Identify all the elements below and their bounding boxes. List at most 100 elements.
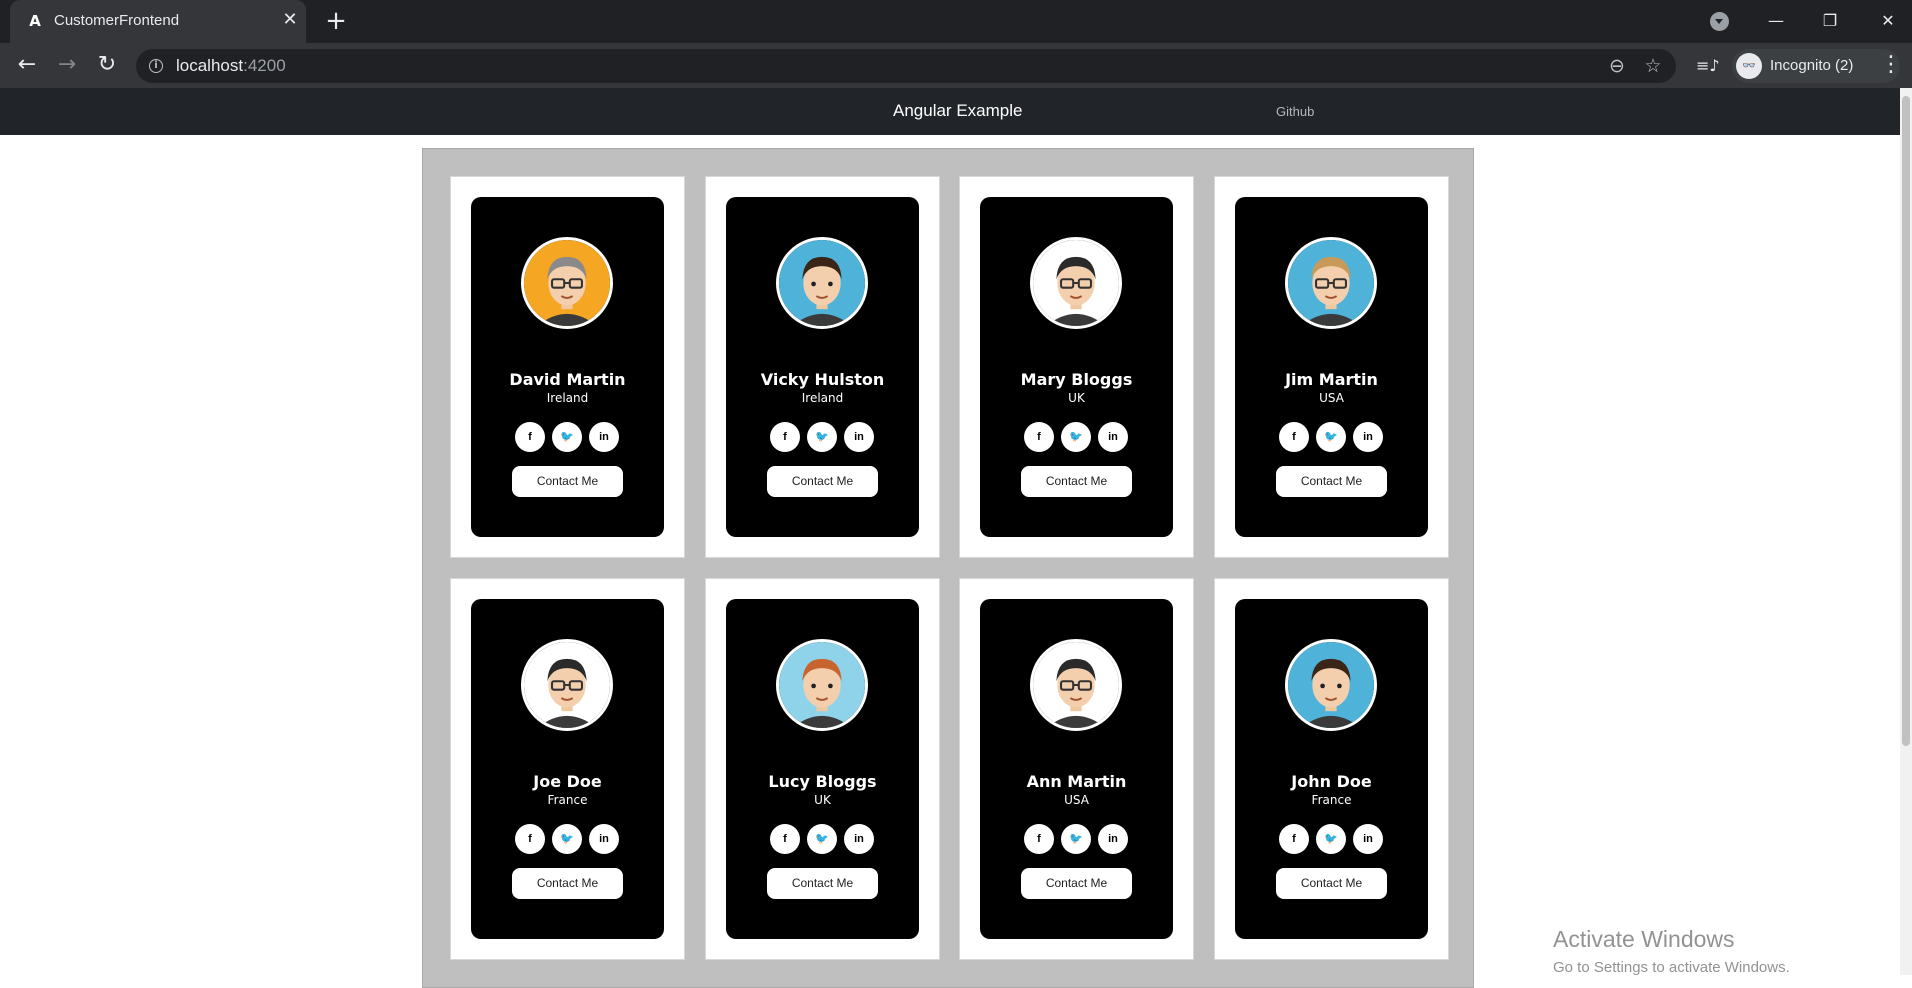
profile-card: Ann Martin USA f 🐦 in Contact Me	[980, 599, 1173, 939]
browser-tabstrip: A CustomerFrontend ✕ + — ❐ ✕	[0, 0, 1912, 43]
profile-button[interactable]: 👓 Incognito (2)	[1732, 49, 1900, 83]
brand-link[interactable]: Angular Example	[893, 101, 1022, 121]
customer-name: Lucy Bloggs	[768, 772, 877, 791]
customer-card: Ann Martin USA f 🐦 in Contact Me	[959, 578, 1194, 960]
twitter-icon[interactable]: 🐦	[807, 422, 837, 452]
avatar-illustration	[1033, 642, 1119, 728]
customer-name: David Martin	[509, 370, 626, 389]
avatar	[776, 639, 868, 731]
customer-country: France	[1311, 793, 1352, 807]
avatar-illustration	[524, 240, 610, 326]
customer-card: David Martin Ireland f 🐦 in Contact Me	[450, 176, 685, 558]
customer-card: Vicky Hulston Ireland f 🐦 in Contact Me	[705, 176, 940, 558]
twitter-icon[interactable]: 🐦	[1316, 824, 1346, 854]
facebook-icon[interactable]: f	[770, 824, 800, 854]
forward-icon[interactable]: →	[52, 51, 82, 81]
facebook-icon[interactable]: f	[1279, 824, 1309, 854]
restore-icon[interactable]: ❐	[1812, 6, 1848, 36]
github-link[interactable]: Github	[1276, 104, 1314, 120]
customer-name: Jim Martin	[1285, 370, 1378, 389]
profile-card: Lucy Bloggs UK f 🐦 in Contact Me	[726, 599, 919, 939]
social-links: f 🐦 in	[515, 422, 621, 452]
zoom-icon[interactable]: ⊖	[1606, 56, 1628, 78]
avatar-illustration	[1033, 240, 1119, 326]
minimize-icon[interactable]: —	[1758, 6, 1794, 36]
window-close-icon[interactable]: ✕	[1870, 6, 1906, 36]
url-host: localhost	[176, 56, 244, 75]
profile-card: Joe Doe France f 🐦 in Contact Me	[471, 599, 664, 939]
profile-label: Incognito (2)	[1770, 57, 1854, 74]
profile-card: David Martin Ireland f 🐦 in Contact Me	[471, 197, 664, 537]
customer-card: Lucy Bloggs UK f 🐦 in Contact Me	[705, 578, 940, 960]
twitter-icon[interactable]: 🐦	[1316, 422, 1346, 452]
contact-me-button[interactable]: Contact Me	[1276, 868, 1387, 899]
facebook-icon[interactable]: f	[1279, 422, 1309, 452]
twitter-icon[interactable]: 🐦	[552, 422, 582, 452]
contact-me-button[interactable]: Contact Me	[767, 868, 878, 899]
media-control-icon[interactable]: ≡♪	[1696, 56, 1720, 76]
facebook-icon[interactable]: f	[1024, 824, 1054, 854]
page-scrollbar[interactable]	[1900, 88, 1912, 975]
star-icon[interactable]: ☆	[1642, 56, 1664, 78]
tab-search-icon[interactable]	[1710, 12, 1729, 31]
facebook-icon[interactable]: f	[515, 422, 545, 452]
contact-me-button[interactable]: Contact Me	[1021, 868, 1132, 899]
customer-card: John Doe France f 🐦 in Contact Me	[1214, 578, 1449, 960]
customer-grid: David Martin Ireland f 🐦 in Contact Me Vicky H…	[422, 148, 1474, 988]
avatar-illustration	[779, 642, 865, 728]
facebook-icon[interactable]: f	[1024, 422, 1054, 452]
social-links: f 🐦 in	[770, 422, 876, 452]
avatar	[521, 639, 613, 731]
customer-card: Mary Bloggs UK f 🐦 in Contact Me	[959, 176, 1194, 558]
linkedin-icon[interactable]: in	[844, 422, 874, 452]
facebook-icon[interactable]: f	[770, 422, 800, 452]
new-tab-icon[interactable]: +	[322, 8, 350, 36]
twitter-icon[interactable]: 🐦	[1061, 824, 1091, 854]
back-icon[interactable]: ←	[12, 51, 42, 81]
twitter-icon[interactable]: 🐦	[1061, 422, 1091, 452]
contact-me-button[interactable]: Contact Me	[512, 868, 623, 899]
customer-country: Ireland	[801, 391, 844, 405]
facebook-icon[interactable]: f	[515, 824, 545, 854]
contact-me-button[interactable]: Contact Me	[1021, 466, 1132, 497]
avatar-illustration	[1288, 642, 1374, 728]
menu-icon[interactable]: ⋮	[1880, 53, 1902, 79]
linkedin-icon[interactable]: in	[1353, 824, 1383, 854]
customer-name: Mary Bloggs	[1020, 370, 1133, 389]
customer-country: USA	[1319, 391, 1344, 405]
linkedin-icon[interactable]: in	[1098, 422, 1128, 452]
profile-card: Jim Martin USA f 🐦 in Contact Me	[1235, 197, 1428, 537]
contact-me-button[interactable]: Contact Me	[767, 466, 878, 497]
social-links: f 🐦 in	[1024, 824, 1130, 854]
close-icon[interactable]: ✕	[280, 10, 300, 30]
avatar-illustration	[1288, 240, 1374, 326]
avatar	[521, 237, 613, 329]
social-links: f 🐦 in	[1279, 824, 1385, 854]
info-icon[interactable]: i	[149, 59, 163, 73]
linkedin-icon[interactable]: in	[844, 824, 874, 854]
avatar	[776, 237, 868, 329]
address-bar[interactable]: i localhost:4200 ⊖ ☆	[136, 49, 1676, 83]
twitter-icon[interactable]: 🐦	[552, 824, 582, 854]
reload-icon[interactable]: ↻	[92, 51, 122, 81]
watermark-title: Activate Windows	[1553, 926, 1735, 952]
scroll-thumb[interactable]	[1902, 96, 1910, 746]
browser-tab[interactable]: A CustomerFrontend ✕	[10, 0, 306, 43]
url-port: :4200	[243, 56, 286, 75]
social-links: f 🐦 in	[1024, 422, 1130, 452]
twitter-icon[interactable]: 🐦	[807, 824, 837, 854]
linkedin-icon[interactable]: in	[1098, 824, 1128, 854]
social-links: f 🐦 in	[770, 824, 876, 854]
watermark-subtitle: Go to Settings to activate Windows.	[1553, 959, 1790, 976]
customer-name: Ann Martin	[1026, 772, 1127, 791]
customer-country: USA	[1064, 793, 1089, 807]
linkedin-icon[interactable]: in	[589, 422, 619, 452]
contact-me-button[interactable]: Contact Me	[512, 466, 623, 497]
avatar	[1285, 237, 1377, 329]
linkedin-icon[interactable]: in	[1353, 422, 1383, 452]
linkedin-icon[interactable]: in	[589, 824, 619, 854]
contact-me-button[interactable]: Contact Me	[1276, 466, 1387, 497]
customer-name: Joe Doe	[533, 772, 602, 791]
avatar-illustration	[779, 240, 865, 326]
customer-country: UK	[814, 793, 831, 807]
